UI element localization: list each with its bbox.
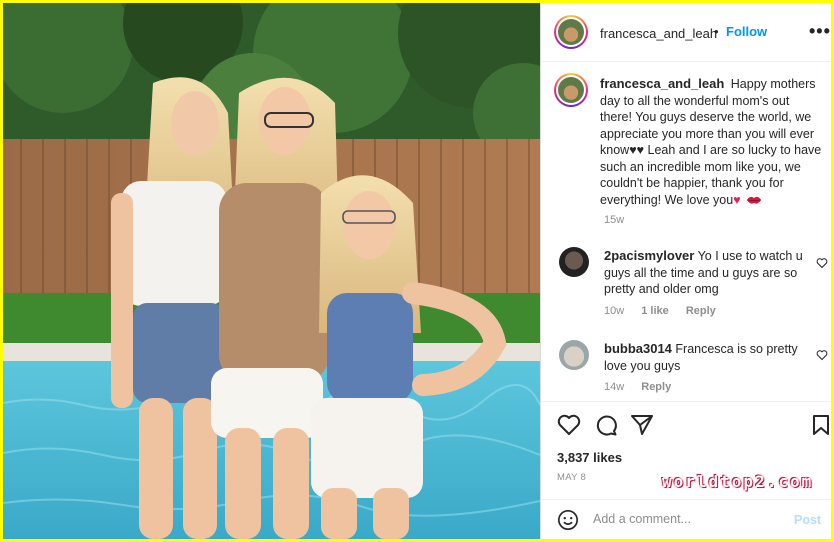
site-watermark: worldtop2.com xyxy=(662,472,814,491)
red-heart-emoji: ♥ xyxy=(733,192,741,207)
reply-button[interactable]: Reply xyxy=(686,305,716,317)
post-details-panel: francesca_and_leah • Follow ••• francesc… xyxy=(540,3,831,539)
comment-meta: 14w Reply xyxy=(604,381,671,393)
comment-like-heart-icon[interactable] xyxy=(816,257,828,269)
emoji-icon[interactable] xyxy=(557,509,579,531)
heart-icon[interactable] xyxy=(557,414,581,436)
action-bar xyxy=(541,401,831,441)
comment-2: bubba3014 Francesca is so pretty love yo… xyxy=(604,341,819,374)
likes-count[interactable]: 3,837 likes xyxy=(557,450,622,465)
more-options-icon[interactable]: ••• xyxy=(809,21,831,42)
comment-input[interactable] xyxy=(593,512,773,526)
caption-username[interactable]: francesca_and_leah xyxy=(600,76,724,91)
black-hearts-emoji: ♥♥ xyxy=(629,143,645,157)
comment-time[interactable]: 14w xyxy=(604,381,624,393)
comment-meta: 10w 1 like Reply xyxy=(604,305,716,317)
author-username[interactable]: francesca_and_leah xyxy=(600,26,717,41)
post-photo[interactable] xyxy=(3,3,540,539)
caption-time[interactable]: 15w xyxy=(604,214,624,226)
post-header: francesca_and_leah • Follow ••• xyxy=(541,3,831,62)
comment-username[interactable]: 2pacismylover xyxy=(604,248,694,263)
post-date[interactable]: MAY 8 xyxy=(557,472,586,483)
comment-likes-count[interactable]: 1 like xyxy=(641,305,669,317)
commenter-avatar[interactable] xyxy=(559,247,589,277)
comment-username[interactable]: bubba3014 xyxy=(604,341,672,356)
follow-button[interactable]: Follow xyxy=(726,24,767,39)
post-comment-button[interactable]: Post xyxy=(794,513,821,527)
instagram-post-frame: francesca_and_leah • Follow ••• francesc… xyxy=(3,3,831,539)
comment-1: 2pacismylover Yo I use to watch u guys a… xyxy=(604,248,819,298)
comment-like-heart-icon[interactable] xyxy=(816,349,828,361)
add-comment-bar: Post xyxy=(541,499,831,539)
comment-time[interactable]: 10w xyxy=(604,305,624,317)
reply-button[interactable]: Reply xyxy=(641,381,671,393)
bookmark-icon[interactable] xyxy=(811,414,831,436)
caption-avatar[interactable] xyxy=(554,73,588,107)
kiss-lips-icon xyxy=(747,197,762,204)
post-caption: francesca_and_leah Happy mothers day to … xyxy=(600,76,822,208)
share-icon[interactable] xyxy=(630,414,654,436)
commenter-avatar[interactable] xyxy=(559,340,589,370)
author-avatar[interactable] xyxy=(554,15,588,49)
header-separator: • xyxy=(714,24,719,39)
photo-illustration xyxy=(3,3,540,539)
comment-icon[interactable] xyxy=(594,414,618,436)
